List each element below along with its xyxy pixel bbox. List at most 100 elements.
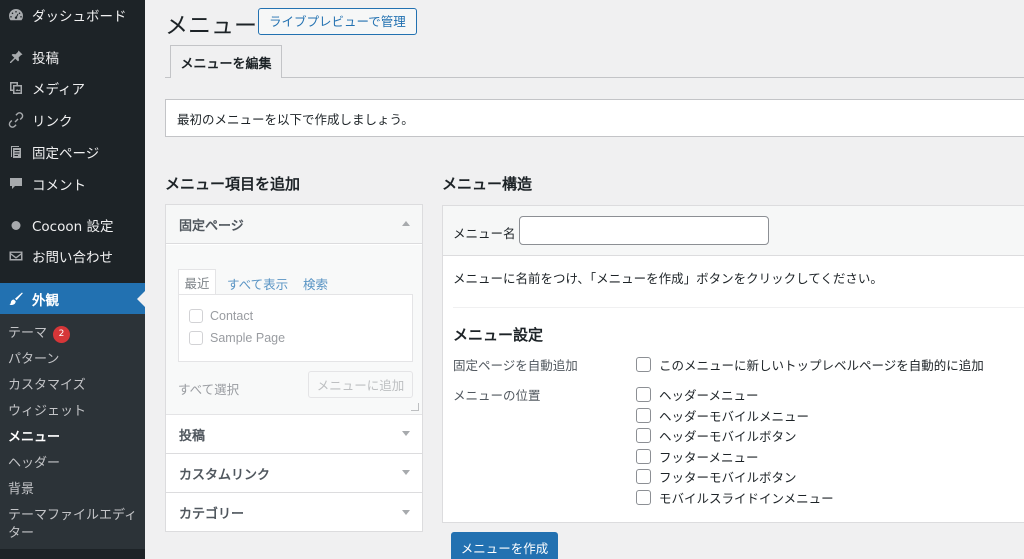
checkbox[interactable] (189, 309, 203, 323)
sidebar-item-comments[interactable]: コメント (0, 170, 145, 198)
auto-add-checkbox[interactable] (636, 357, 651, 372)
location-option-header-mobile-button[interactable]: ヘッダーモバイルボタン (636, 426, 797, 445)
sidebar-item-dashboard[interactable]: ダッシュボード (0, 1, 145, 29)
menu-structure-heading: メニュー構造 (442, 175, 533, 193)
location-option-footer-menu[interactable]: フッターメニュー (636, 447, 759, 466)
option-label: ヘッダーモバイルメニュー (659, 409, 810, 424)
tab-recent[interactable]: 最近 (178, 269, 216, 295)
sidebar-item-posts[interactable]: 投稿 (0, 43, 145, 71)
page-name: Contact (210, 309, 254, 323)
update-count-badge: 2 (53, 326, 71, 343)
submenu-item-widgets[interactable]: ウィジェット (8, 403, 86, 421)
location-checkbox[interactable] (636, 490, 651, 505)
checkbox[interactable] (189, 331, 203, 345)
submenu-item-customize[interactable]: カスタマイズ (8, 377, 86, 395)
comment-icon (8, 176, 24, 192)
sidebar-item-label: 投稿 (32, 51, 59, 67)
menu-name-input[interactable] (519, 216, 769, 245)
link-icon (8, 112, 24, 128)
appearance-submenu: テーマ 2 パターン カスタマイズ ウィジェット メニュー ヘッダー 背景 テーマ… (0, 314, 145, 549)
media-icon (8, 80, 24, 96)
notice-box: 最初のメニューを以下で作成しましょう。 (165, 99, 1024, 137)
chevron-down-icon (402, 431, 410, 436)
auto-add-pages-label: 固定ページを自動追加 (453, 358, 578, 373)
sidebar-item-contact[interactable]: お問い合わせ (0, 242, 145, 270)
sidebar-item-appearance[interactable]: 外観 (0, 283, 145, 314)
option-label: ヘッダーメニュー (659, 388, 759, 403)
accordion-title: 投稿 (179, 428, 206, 444)
sidebar-item-label: Cocoon 設定 (32, 219, 114, 235)
location-option-footer-mobile-button[interactable]: フッターモバイルボタン (636, 467, 797, 486)
option-label: ヘッダーモバイルボタン (659, 429, 797, 444)
accordion-title: 固定ページ (179, 218, 244, 234)
sidebar-item-label: コメント (32, 178, 86, 194)
submenu-item-theme-file-editor-wrap[interactable]: ター (8, 525, 34, 543)
page-checklist: Contact Sample Page (178, 294, 413, 362)
tab-search[interactable]: 検索 (303, 274, 328, 293)
accordion-categories-header[interactable]: カテゴリー (166, 493, 422, 532)
create-menu-button[interactable]: メニューを作成 (451, 532, 558, 559)
option-label: モバイルスライドインメニュー (659, 491, 834, 506)
menu-location-label: メニューの位置 (453, 388, 541, 403)
circle-icon (8, 217, 24, 233)
resize-grip-icon[interactable] (411, 403, 419, 411)
divider (453, 307, 1024, 308)
chevron-up-icon (402, 221, 410, 226)
mail-icon (8, 248, 24, 264)
accordion-pages-header[interactable]: 固定ページ (166, 205, 422, 244)
tab-divider (165, 77, 1024, 78)
location-checkbox[interactable] (636, 469, 651, 484)
notice-text: 最初のメニューを以下で作成しましょう。 (177, 111, 414, 127)
current-menu-arrow (137, 290, 145, 307)
tab-view-all[interactable]: すべて表示 (227, 274, 288, 293)
submenu-item-themes[interactable]: テーマ 2 (8, 325, 71, 343)
brush-icon (8, 291, 24, 307)
list-item[interactable]: Contact (189, 309, 253, 323)
menu-settings-heading: メニュー設定 (453, 326, 544, 344)
sidebar-item-media[interactable]: メディア (0, 74, 145, 102)
list-item[interactable]: Sample Page (189, 331, 285, 345)
pin-icon (8, 49, 24, 65)
chevron-down-icon (402, 470, 410, 475)
submenu-item-background[interactable]: 背景 (8, 481, 34, 499)
sidebar-item-links[interactable]: リンク (0, 106, 145, 134)
sidebar-item-pages[interactable]: 固定ページ (0, 138, 145, 166)
option-label: フッターモバイルボタン (659, 470, 797, 485)
add-items-accordion: 固定ページ 最近 すべて表示 検索 Contact Sample Page すべ… (165, 204, 423, 532)
admin-sidebar: ダッシュボード 投稿 メディア リンク 固定ページ コメント Cocoon 設定… (0, 0, 145, 559)
menu-name-label: メニュー名 (453, 226, 516, 241)
auto-add-pages-option[interactable]: このメニューに新しいトップレベルページを自動的に追加 (636, 355, 984, 374)
sidebar-item-label: お問い合わせ (32, 250, 113, 266)
add-to-menu-button[interactable]: メニューに追加 (308, 371, 413, 398)
sidebar-item-label: メディア (32, 82, 86, 98)
menu-name-bar: メニュー名 (443, 206, 1024, 256)
location-checkbox[interactable] (636, 408, 651, 423)
option-label: このメニューに新しいトップレベルページを自動的に追加 (659, 358, 984, 373)
location-checkbox[interactable] (636, 428, 651, 443)
submenu-item-menus[interactable]: メニュー (8, 429, 60, 447)
location-option-header-mobile-menu[interactable]: ヘッダーモバイルメニュー (636, 406, 809, 425)
accordion-posts-header[interactable]: 投稿 (166, 415, 422, 454)
submenu-item-label: テーマ (8, 326, 48, 341)
location-checkbox[interactable] (636, 387, 651, 402)
sidebar-item-cocoon-settings[interactable]: Cocoon 設定 (0, 211, 145, 239)
page-name: Sample Page (210, 331, 286, 345)
location-option-mobile-slide-in-menu[interactable]: モバイルスライドインメニュー (636, 488, 834, 507)
page-icon (8, 144, 24, 160)
select-all-link[interactable]: すべて選択 (178, 379, 239, 398)
accordion-custom-links-header[interactable]: カスタムリンク (166, 454, 422, 493)
add-menu-items-heading: メニュー項目を追加 (165, 175, 301, 193)
menu-structure-panel: メニュー名 メニューに名前をつけ、「メニューを作成」ボタンをクリックしてください… (442, 205, 1024, 523)
sidebar-item-label: 固定ページ (32, 146, 100, 162)
dashboard-icon (8, 7, 24, 23)
live-preview-button[interactable]: ライブプレビューで管理 (258, 8, 417, 35)
submenu-item-theme-file-editor[interactable]: テーマファイルエディ (8, 507, 137, 525)
sidebar-item-label: 外観 (32, 292, 59, 309)
submenu-item-header[interactable]: ヘッダー (8, 455, 60, 473)
tab-edit-menus[interactable]: メニューを編集 (170, 45, 282, 78)
submenu-item-patterns[interactable]: パターン (8, 351, 59, 369)
menu-instruction-text: メニューに名前をつけ、「メニューを作成」ボタンをクリックしてください。 (453, 271, 883, 286)
location-option-header-menu[interactable]: ヘッダーメニュー (636, 385, 759, 404)
location-checkbox[interactable] (636, 449, 651, 464)
accordion-title: カスタムリンク (179, 467, 271, 483)
